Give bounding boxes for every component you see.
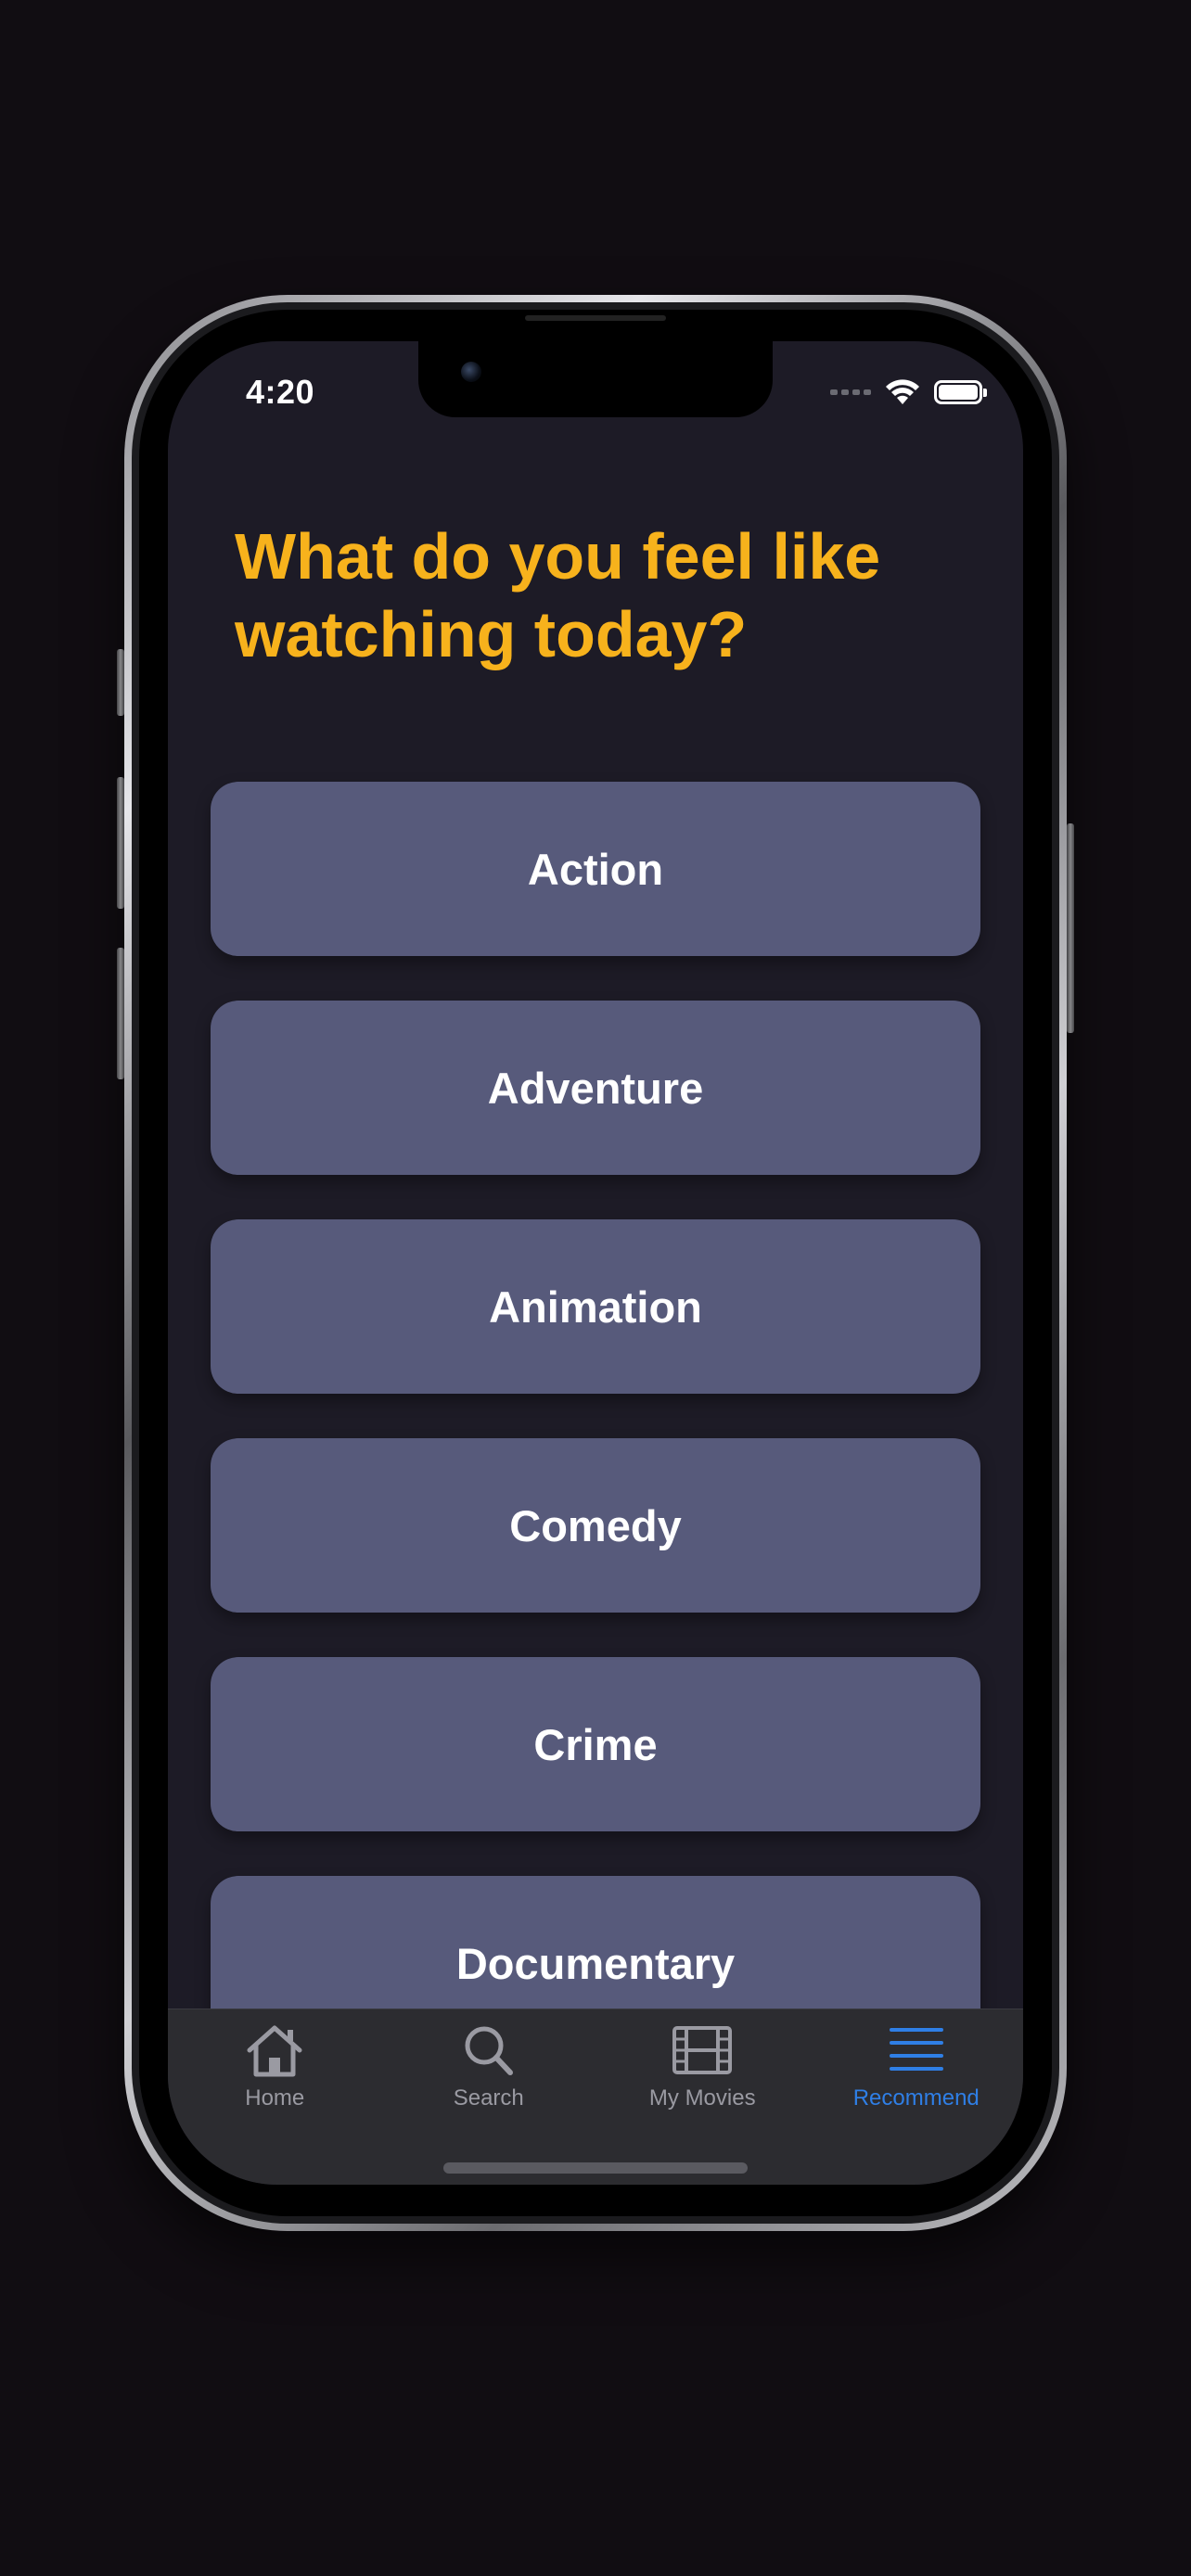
volume-down-button [117, 948, 124, 1079]
earpiece-speaker [525, 315, 666, 321]
house-icon [247, 2025, 302, 2077]
list-lines-icon [889, 2028, 943, 2071]
front-camera-icon [461, 362, 481, 382]
genre-button-action[interactable]: Action [211, 782, 980, 956]
tab-recommend[interactable]: Recommend [810, 2009, 1024, 2111]
battery-icon [934, 380, 987, 404]
genre-button-comedy[interactable]: Comedy [211, 1438, 980, 1613]
app-screen: 4:20 What do you feel like watching toda… [168, 341, 1023, 2185]
volume-up-button [117, 777, 124, 909]
action-button [117, 649, 124, 716]
status-time: 4:20 [246, 373, 315, 411]
magnifier-icon [465, 2026, 513, 2075]
wifi-icon [886, 379, 919, 404]
device-stage: 4:20 What do you feel like watching toda… [0, 0, 1191, 2576]
tab-my-movies-label: My Movies [648, 2085, 756, 2111]
genre-button-animation[interactable]: Animation [211, 1219, 980, 1394]
tab-search-label: Search [453, 2085, 524, 2111]
home-indicator[interactable] [443, 2162, 748, 2174]
dynamic-island [418, 341, 773, 417]
tab-bar: Home Search My Movies Recommend [168, 2009, 1023, 2185]
film-strip-icon [672, 2026, 733, 2074]
tab-home[interactable]: Home [168, 2009, 382, 2111]
tab-recommend-label: Recommend [852, 2085, 980, 2111]
status-icons [830, 378, 987, 406]
cellular-signal-icon [830, 389, 871, 395]
tab-search[interactable]: Search [382, 2009, 596, 2111]
genre-button-crime[interactable]: Crime [211, 1657, 980, 1831]
genre-list: Action Adventure Animation Comedy Crime … [211, 782, 980, 2095]
power-button [1067, 823, 1074, 1033]
genre-button-adventure[interactable]: Adventure [211, 1001, 980, 1175]
tab-my-movies[interactable]: My Movies [596, 2009, 810, 2111]
page-title: What do you feel like watching today? [235, 520, 881, 670]
tab-home-label: Home [245, 2085, 305, 2111]
